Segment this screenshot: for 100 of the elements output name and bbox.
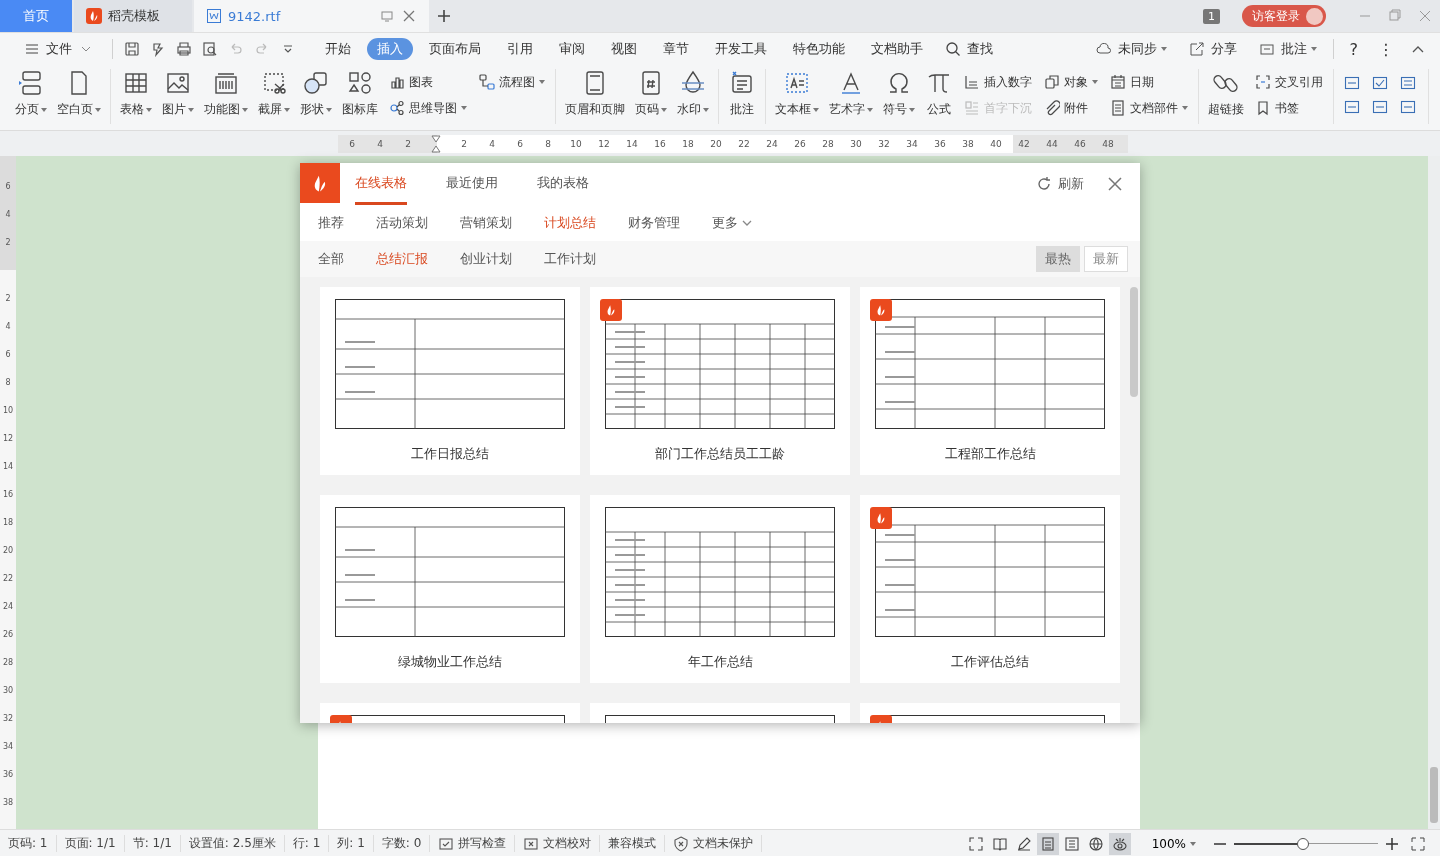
template-card[interactable]: 部门工作总结员工工龄 bbox=[590, 287, 850, 475]
fit-window-icon[interactable] bbox=[1410, 835, 1426, 852]
template-card[interactable]: 工作评估总结 bbox=[860, 495, 1120, 683]
subcategory-tab[interactable]: 总结汇报 bbox=[376, 250, 428, 268]
ribbon-button[interactable]: 插入数字 bbox=[962, 71, 1034, 93]
ribbon-tab[interactable]: 开始 bbox=[315, 38, 361, 60]
dialog-tab[interactable]: 最近使用 bbox=[446, 163, 498, 205]
category-tab[interactable]: 推荐 bbox=[318, 214, 344, 232]
scrollbar-thumb[interactable] bbox=[1130, 287, 1138, 397]
form-control-icon[interactable] bbox=[1372, 75, 1388, 91]
ribbon-button[interactable]: 艺术字 bbox=[824, 69, 878, 118]
ribbon-button[interactable]: 文档部件 bbox=[1108, 97, 1190, 119]
preview-icon[interactable] bbox=[202, 41, 218, 57]
scrollbar[interactable] bbox=[1428, 156, 1440, 829]
ribbon-button[interactable]: 附件 bbox=[1042, 97, 1100, 119]
save-icon[interactable] bbox=[124, 41, 140, 57]
ribbon-button[interactable]: 文本框 bbox=[770, 69, 824, 118]
close-icon[interactable] bbox=[1108, 177, 1122, 191]
form-control-icon[interactable] bbox=[1400, 99, 1416, 115]
ribbon-tab[interactable]: 开发工具 bbox=[705, 38, 777, 60]
subcategory-tab[interactable]: 全部 bbox=[318, 250, 344, 268]
ruler-number: 6 bbox=[4, 180, 12, 193]
comment-button[interactable]: 批注 bbox=[1246, 38, 1327, 60]
category-tab[interactable]: 营销策划 bbox=[460, 214, 512, 232]
ribbon-button[interactable]: 图片 bbox=[157, 69, 199, 118]
ribbon-button[interactable]: 书签 bbox=[1253, 97, 1325, 119]
ribbon-button[interactable]: 思维导图 bbox=[387, 97, 469, 119]
sync-button[interactable]: 未同步 bbox=[1083, 38, 1177, 60]
category-tab[interactable]: 计划总结 bbox=[544, 214, 596, 232]
ribbon-button[interactable]: 表格 bbox=[115, 69, 157, 118]
ribbon-tab[interactable]: 页面布局 bbox=[419, 38, 491, 60]
close-icon[interactable] bbox=[401, 8, 417, 24]
ribbon-button[interactable]: 流程图 bbox=[477, 71, 547, 93]
form-control-icon[interactable] bbox=[1344, 99, 1360, 115]
ribbon-button[interactable]: 对象 bbox=[1042, 71, 1100, 93]
sort-button[interactable]: 最热 bbox=[1036, 246, 1080, 272]
ribbon-tab[interactable]: 视图 bbox=[601, 38, 647, 60]
zoom-dropdown[interactable]: 100% bbox=[1145, 835, 1202, 852]
ribbon-button[interactable]: 功能图 bbox=[199, 69, 253, 118]
ruler-number: 38 bbox=[961, 138, 975, 149]
new-tab-icon[interactable] bbox=[436, 8, 452, 24]
category-tab[interactable]: 活动策划 bbox=[376, 214, 428, 232]
print-icon[interactable] bbox=[176, 41, 192, 57]
status-item[interactable]: 拼写检查 bbox=[430, 835, 516, 852]
help-button[interactable]: ? bbox=[1339, 37, 1368, 61]
login-button[interactable]: 访客登录 bbox=[1242, 5, 1326, 27]
indent-marker-icon[interactable] bbox=[431, 134, 441, 153]
template-card[interactable]: 绿城物业工作总结 bbox=[320, 495, 580, 683]
caret-icon bbox=[539, 80, 545, 84]
template-card[interactable]: 工作日报总结 bbox=[320, 287, 580, 475]
ribbon-button[interactable]: 超链接 bbox=[1203, 69, 1249, 118]
menu-icon bbox=[24, 41, 40, 57]
template-card[interactable]: 工程部工作总结 bbox=[860, 287, 1120, 475]
form-control-icon[interactable] bbox=[1400, 75, 1416, 91]
refresh-button[interactable]: 刷新 bbox=[1030, 163, 1090, 205]
ribbon-button[interactable]: 图标库 bbox=[337, 69, 383, 118]
dialog-tab[interactable]: 在线表格 bbox=[355, 163, 407, 205]
ribbon-button[interactable]: 水印 bbox=[672, 69, 714, 118]
ribbon-button[interactable]: 截屏 bbox=[253, 69, 295, 118]
subcategory-tab[interactable]: 工作计划 bbox=[544, 250, 596, 268]
ribbon-button[interactable]: 交叉引用 bbox=[1253, 71, 1325, 93]
status-item[interactable]: 文档校对 bbox=[515, 835, 601, 852]
ribbon-button[interactable]: 图表 bbox=[387, 71, 469, 93]
ribbon-tab[interactable]: 特色功能 bbox=[783, 38, 855, 60]
window-tab[interactable]: 稻壳模板 bbox=[74, 0, 192, 32]
ruler-number: 34 bbox=[905, 138, 919, 149]
template-card[interactable]: 年工作总结 bbox=[590, 495, 850, 683]
ribbon-button[interactable]: 公式 bbox=[920, 69, 958, 118]
ruler-number: 24 bbox=[765, 138, 779, 149]
dialog-tab[interactable]: 我的表格 bbox=[537, 163, 589, 205]
notification-count[interactable]: 1 bbox=[1203, 8, 1220, 24]
share-button[interactable]: 分享 bbox=[1176, 38, 1247, 60]
ribbon-tab[interactable]: 审阅 bbox=[549, 38, 595, 60]
ribbon-tab[interactable]: 文档助手 bbox=[861, 38, 933, 60]
ribbon-button[interactable]: 空白页 bbox=[52, 69, 106, 118]
ribbon-button[interactable]: 分页 bbox=[10, 69, 52, 118]
ribbon-button[interactable]: 页眉和页脚 bbox=[560, 69, 630, 118]
form-control-icon[interactable] bbox=[1344, 75, 1360, 91]
ribbon-tab[interactable]: 引用 bbox=[497, 38, 543, 60]
category-tab[interactable]: 更多 bbox=[712, 214, 752, 232]
ribbon-tab[interactable]: 章节 bbox=[653, 38, 699, 60]
ribbon-button[interactable]: 符号 bbox=[878, 69, 920, 118]
ribbon-button[interactable]: 批注 bbox=[723, 69, 761, 118]
sort-button[interactable]: 最新 bbox=[1084, 246, 1128, 272]
file-menu[interactable]: 文件 bbox=[12, 38, 106, 60]
brackets-icon bbox=[1255, 74, 1271, 90]
view-button[interactable] bbox=[1108, 832, 1131, 855]
globe-icon bbox=[1087, 835, 1104, 852]
ribbon-button[interactable]: 形状 bbox=[295, 69, 337, 118]
category-tab[interactable]: 财务管理 bbox=[628, 214, 680, 232]
window-tab[interactable]: 9142.rtf bbox=[194, 0, 429, 32]
more-button[interactable]: ⋮ bbox=[1368, 37, 1404, 61]
zoom-in-icon[interactable] bbox=[1384, 835, 1400, 852]
ribbon-button[interactable]: 页码 bbox=[630, 69, 672, 118]
ruler-number: 2 bbox=[4, 292, 12, 305]
find-button[interactable]: 查找 bbox=[933, 38, 1003, 60]
status-item[interactable]: 文档未保护 bbox=[665, 835, 763, 852]
form-control-icon[interactable] bbox=[1372, 99, 1388, 115]
ribbon-button[interactable]: 日期 bbox=[1108, 71, 1190, 93]
subcategory-tab[interactable]: 创业计划 bbox=[460, 250, 512, 268]
